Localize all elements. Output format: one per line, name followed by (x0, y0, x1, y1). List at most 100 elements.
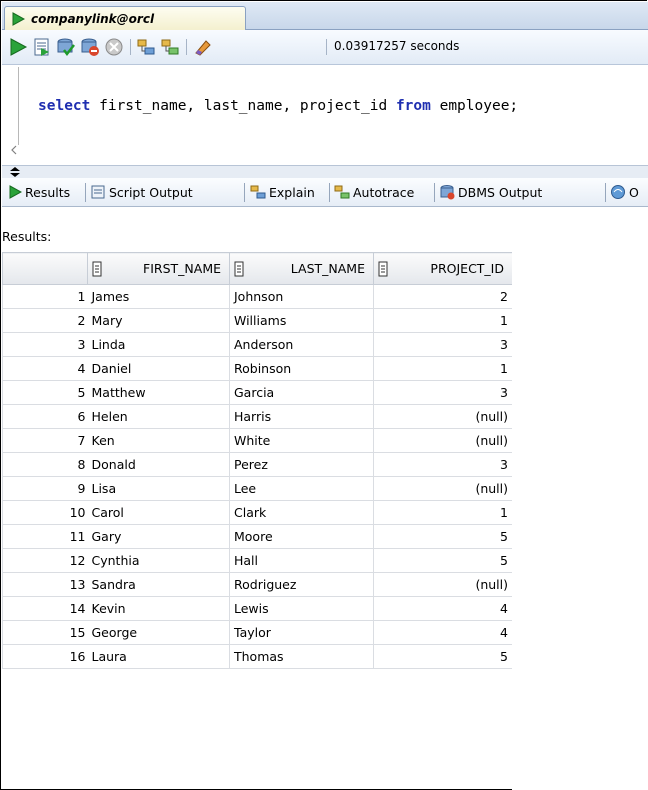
row-number[interactable]: 4 (2, 356, 88, 381)
row-number[interactable]: 3 (2, 332, 88, 357)
last-name-cell[interactable]: Hall (229, 548, 374, 573)
first-name-cell[interactable]: Carol (87, 500, 230, 525)
table-row[interactable]: 16 Laura Thomas 5 (2, 644, 513, 669)
first-name-cell[interactable]: Mary (87, 308, 230, 333)
table-row[interactable]: 13 Sandra Rodriguez (null) (2, 572, 513, 597)
first-name-cell[interactable]: George (87, 620, 230, 645)
table-row[interactable]: 11 Gary Moore 5 (2, 524, 513, 549)
project-id-cell[interactable]: (null) (373, 476, 513, 501)
table-row[interactable]: 7 Ken White (null) (2, 428, 513, 453)
first-name-cell[interactable]: Kevin (87, 596, 230, 621)
table-row[interactable]: 14 Kevin Lewis 4 (2, 596, 513, 621)
tab-results[interactable]: Results (8, 178, 70, 206)
project-id-cell[interactable]: 3 (373, 380, 513, 405)
table-row[interactable]: 10 Carol Clark 1 (2, 500, 513, 525)
first-name-cell[interactable]: James (87, 284, 230, 309)
first-name-cell[interactable]: Gary (87, 524, 230, 549)
last-name-cell[interactable]: Harris (229, 404, 374, 429)
row-number[interactable]: 15 (2, 620, 88, 645)
row-number[interactable]: 16 (2, 644, 88, 669)
table-row[interactable]: 12 Cynthia Hall 5 (2, 548, 513, 573)
first-name-cell[interactable]: Ken (87, 428, 230, 453)
row-number[interactable]: 11 (2, 524, 88, 549)
project-id-cell[interactable]: 3 (373, 332, 513, 357)
document-tab[interactable]: companylink@orcl (4, 6, 246, 30)
run-statement-icon[interactable] (8, 37, 28, 57)
first-name-cell[interactable]: Daniel (87, 356, 230, 381)
column-header-first-name[interactable]: FIRST_NAME (87, 252, 230, 285)
clear-eraser-icon[interactable] (192, 37, 212, 57)
tab-dbms-output[interactable]: DBMS Output (439, 178, 542, 206)
last-name-cell[interactable]: Johnson (229, 284, 374, 309)
row-number[interactable]: 5 (2, 380, 88, 405)
commit-icon[interactable] (56, 37, 76, 57)
last-name-cell[interactable]: Thomas (229, 644, 374, 669)
tab-explain[interactable]: Explain (250, 178, 315, 206)
results-grid[interactable]: FIRST_NAME LAST_NAME PROJECT_ID 1 James … (2, 252, 513, 669)
last-name-cell[interactable]: Anderson (229, 332, 374, 357)
scroll-left-arrow-icon[interactable] (10, 145, 18, 155)
column-header-last-name[interactable]: LAST_NAME (229, 252, 374, 285)
row-number[interactable]: 6 (2, 404, 88, 429)
last-name-cell[interactable]: Clark (229, 500, 374, 525)
first-name-cell[interactable]: Cynthia (87, 548, 230, 573)
table-row[interactable]: 3 Linda Anderson 3 (2, 332, 513, 357)
last-name-cell[interactable]: Taylor (229, 620, 374, 645)
row-number[interactable]: 14 (2, 596, 88, 621)
tab-script-output[interactable]: Script Output (90, 178, 193, 206)
project-id-cell[interactable]: 4 (373, 620, 513, 645)
table-row[interactable]: 15 George Taylor 4 (2, 620, 513, 645)
table-row[interactable]: 6 Helen Harris (null) (2, 404, 513, 429)
last-name-cell[interactable]: Robinson (229, 356, 374, 381)
autotrace-icon[interactable] (160, 37, 180, 57)
first-name-cell[interactable]: Matthew (87, 380, 230, 405)
row-number[interactable]: 13 (2, 572, 88, 597)
sql-editor[interactable]: select first_name, last_name, project_id… (2, 65, 648, 165)
row-number[interactable]: 8 (2, 452, 88, 477)
table-row[interactable]: 2 Mary Williams 1 (2, 308, 513, 333)
first-name-cell[interactable]: Sandra (87, 572, 230, 597)
last-name-cell[interactable]: Rodriguez (229, 572, 374, 597)
last-name-cell[interactable]: Moore (229, 524, 374, 549)
project-id-cell[interactable]: (null) (373, 404, 513, 429)
row-number[interactable]: 10 (2, 500, 88, 525)
tab-autotrace[interactable]: Autotrace (334, 178, 414, 206)
first-name-cell[interactable]: Donald (87, 452, 230, 477)
row-number[interactable]: 2 (2, 308, 88, 333)
rollback-icon[interactable] (80, 37, 100, 57)
last-name-cell[interactable]: Lewis (229, 596, 374, 621)
row-number[interactable]: 7 (2, 428, 88, 453)
table-row[interactable]: 8 Donald Perez 3 (2, 452, 513, 477)
explain-plan-icon[interactable] (136, 37, 156, 57)
last-name-cell[interactable]: Garcia (229, 380, 374, 405)
project-id-cell[interactable]: 1 (373, 500, 513, 525)
sql-statement[interactable]: select first_name, last_name, project_id… (38, 98, 518, 114)
first-name-cell[interactable]: Linda (87, 332, 230, 357)
tab-owa-output[interactable]: O (610, 178, 639, 206)
project-id-cell[interactable]: 1 (373, 356, 513, 381)
cancel-icon[interactable] (104, 37, 124, 57)
run-script-icon[interactable] (32, 37, 52, 57)
first-name-cell[interactable]: Lisa (87, 476, 230, 501)
project-id-cell[interactable]: 5 (373, 524, 513, 549)
last-name-cell[interactable]: Lee (229, 476, 374, 501)
first-name-cell[interactable]: Laura (87, 644, 230, 669)
project-id-cell[interactable]: 2 (373, 284, 513, 309)
splitter-arrows-icon[interactable] (8, 166, 24, 178)
project-id-cell[interactable]: (null) (373, 572, 513, 597)
project-id-cell[interactable]: 5 (373, 548, 513, 573)
last-name-cell[interactable]: White (229, 428, 374, 453)
table-row[interactable]: 5 Matthew Garcia 3 (2, 380, 513, 405)
project-id-cell[interactable]: 4 (373, 596, 513, 621)
project-id-cell[interactable]: 5 (373, 644, 513, 669)
project-id-cell[interactable]: 1 (373, 308, 513, 333)
row-number[interactable]: 1 (2, 284, 88, 309)
first-name-cell[interactable]: Helen (87, 404, 230, 429)
last-name-cell[interactable]: Perez (229, 452, 374, 477)
column-header-project-id[interactable]: PROJECT_ID (373, 252, 513, 285)
last-name-cell[interactable]: Williams (229, 308, 374, 333)
table-row[interactable]: 9 Lisa Lee (null) (2, 476, 513, 501)
project-id-cell[interactable]: (null) (373, 428, 513, 453)
table-row[interactable]: 1 James Johnson 2 (2, 284, 513, 309)
table-row[interactable]: 4 Daniel Robinson 1 (2, 356, 513, 381)
